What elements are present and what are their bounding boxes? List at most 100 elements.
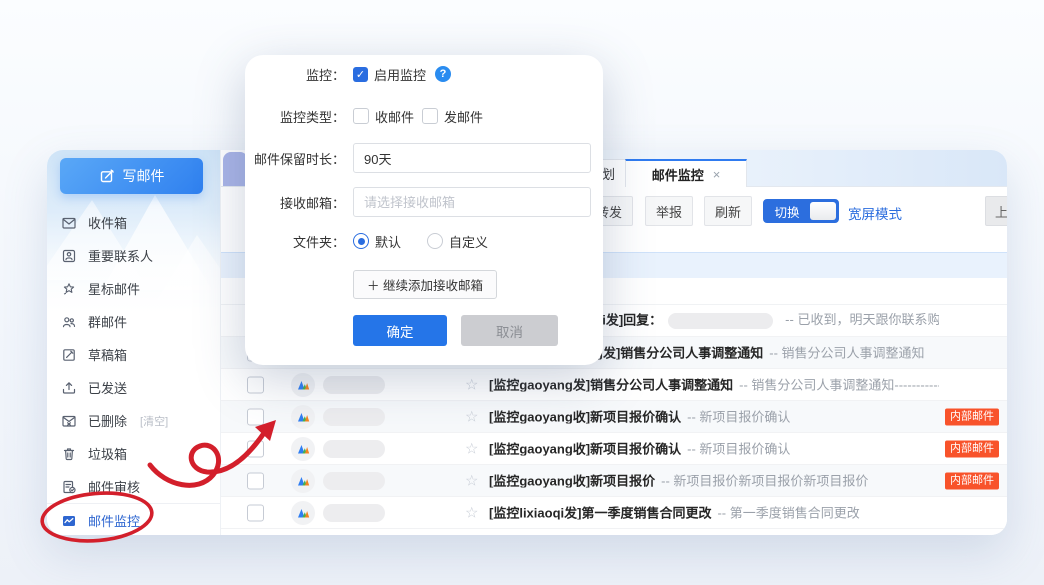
subject-text: [监控gaoyang发]销售分公司人事调整通知 xyxy=(489,378,733,391)
subject-text: g发]销售分公司人事调整通知 xyxy=(595,346,763,359)
row-checkbox[interactable] xyxy=(247,472,264,489)
sidebar-item-label: 已发送 xyxy=(88,378,127,397)
sender-avatar xyxy=(291,501,315,525)
subject-summary: -- 销售分公司人事调整通知---------------... xyxy=(739,378,939,391)
sent-icon xyxy=(61,380,77,396)
sender-logo-icon xyxy=(295,377,311,393)
row-star-icon[interactable]: ☆ xyxy=(465,505,478,520)
enable-monitor-checkbox[interactable]: ✓ xyxy=(353,67,368,82)
compose-mail-button[interactable]: 写邮件 xyxy=(60,158,203,194)
folder-custom-radio[interactable] xyxy=(427,233,443,249)
sidebar-item-label: 邮件监控 xyxy=(88,511,140,530)
sidebar-item-label: 草稿箱 xyxy=(88,345,127,364)
clipped-page-button[interactable]: 上 xyxy=(985,196,1007,226)
internal-mail-badge: 内部邮件 xyxy=(945,440,999,457)
subject-text: [监控lixiaoqi发]第一季度销售合同更改 xyxy=(489,506,711,519)
row-star-icon[interactable]: ☆ xyxy=(465,473,478,488)
sidebar: 写邮件 收件箱 重要联系人 星标邮件 群邮件 xyxy=(47,150,221,535)
internal-mail-badge: 内部邮件 xyxy=(945,472,999,489)
mail-row[interactable]: ☆ [监控gaoyang收]新项目报价-- 新项目报价新项目报价新项目报价 内部… xyxy=(221,465,1007,497)
tab-close-icon[interactable]: × xyxy=(713,167,721,182)
report-button[interactable]: 举报 xyxy=(645,196,693,226)
sidebar-item-group-mail[interactable]: 群邮件 xyxy=(47,305,220,338)
row-star-icon[interactable]: ☆ xyxy=(465,409,478,424)
sidebar-item-mail-monitor[interactable]: 邮件监控 xyxy=(47,503,220,535)
folder-label: 文件夹： xyxy=(245,232,345,251)
subject-text: ai发]回复： xyxy=(595,313,662,327)
mail-subject: ai发]回复：-- 已收到，明天跟你联系购买咨询事宜，... xyxy=(595,313,939,329)
row-star-icon[interactable]: ☆ xyxy=(465,441,478,456)
mail-row[interactable]: ☆ [监控lixiaoqi发]第一季度销售合同更改 -- 第一季度销售合同更改 xyxy=(221,497,1007,529)
help-icon[interactable]: ? xyxy=(435,66,451,82)
outgoing-mail-checkbox[interactable] xyxy=(422,108,438,124)
toggle-knob xyxy=(810,202,836,220)
mail-subject: g发]销售分公司人事调整通知-- 销售分公司人事调整通知 xyxy=(595,346,939,359)
mail-subject: [监控gaoyang发]销售分公司人事调整通知 -- 销售分公司人事调整通知---… xyxy=(489,378,939,391)
mail-subject: [监控lixiaoqi发]第一季度销售合同更改 -- 第一季度销售合同更改 xyxy=(489,506,939,519)
cancel-button[interactable]: 取消 xyxy=(461,315,558,346)
sidebar-item-important-contacts[interactable]: 重要联系人 xyxy=(47,239,220,272)
tab-mail-monitor[interactable]: 邮件监控 × xyxy=(625,159,747,187)
sidebar-item-junk[interactable]: 垃圾箱 xyxy=(47,437,220,470)
sender-avatar xyxy=(291,469,315,493)
receiver-label: 接收邮箱： xyxy=(245,193,345,212)
sender-logo-icon xyxy=(295,505,311,521)
sidebar-folder-list: 收件箱 重要联系人 星标邮件 群邮件 草稿箱 xyxy=(47,206,220,535)
tab-partial-label: 划 xyxy=(602,164,615,183)
toggle-label: 切换 xyxy=(764,202,810,221)
subject-summary: -- 新项目报价确认 xyxy=(687,442,790,455)
envelope-icon xyxy=(61,215,77,231)
row-star-icon[interactable]: ☆ xyxy=(465,377,478,392)
sidebar-item-label: 收件箱 xyxy=(88,213,127,232)
folder-default-label: 默认 xyxy=(375,232,401,251)
sidebar-item-sent[interactable]: 已发送 xyxy=(47,371,220,404)
star-icon xyxy=(61,281,77,297)
subject-summary: -- 新项目报价确认 xyxy=(687,410,790,423)
mail-row[interactable]: ☆ [监控gaoyang收]新项目报价确认-- 新项目报价确认 内部邮件 xyxy=(221,433,1007,465)
receiver-mailbox-input[interactable] xyxy=(353,187,591,217)
refresh-button[interactable]: 刷新 xyxy=(704,196,752,226)
widescreen-toggle[interactable]: 切换 xyxy=(763,199,839,223)
sidebar-item-label: 群邮件 xyxy=(88,312,127,331)
mail-subject: [监控gaoyang收]新项目报价确认-- 新项目报价确认 xyxy=(489,442,939,455)
sidebar-item-drafts[interactable]: 草稿箱 xyxy=(47,338,220,371)
mail-subject: [监控gaoyang收]新项目报价-- 新项目报价新项目报价新项目报价 xyxy=(489,474,939,487)
monitor-type-row: 监控类型： 收邮件 发邮件 xyxy=(245,105,603,127)
sidebar-item-inbox[interactable]: 收件箱 xyxy=(47,206,220,239)
sidebar-item-label: 邮件审核 xyxy=(88,477,140,496)
retention-label: 邮件保留时长： xyxy=(245,149,345,168)
subject-text: [监控gaoyang收]新项目报价确认 xyxy=(489,410,681,423)
retention-input[interactable] xyxy=(353,143,591,173)
redacted-sender xyxy=(323,440,385,458)
redacted-subject-fragment xyxy=(668,313,773,329)
redacted-sender xyxy=(323,504,385,522)
dialog-footer: 确定 取消 xyxy=(245,315,603,346)
empty-trash-link[interactable]: [清空] xyxy=(140,413,168,429)
outgoing-mail-label: 发邮件 xyxy=(444,107,483,126)
row-checkbox[interactable] xyxy=(247,408,264,425)
redacted-sender xyxy=(323,408,385,426)
sidebar-item-deleted[interactable]: 已删除 [清空] xyxy=(47,404,220,437)
row-checkbox[interactable] xyxy=(247,440,264,457)
sidebar-item-starred[interactable]: 星标邮件 xyxy=(47,272,220,305)
mail-monitor-icon xyxy=(61,513,77,529)
compose-button-label: 写邮件 xyxy=(123,166,165,186)
add-receiver-button[interactable]: ＋ 继续添加接收邮箱 xyxy=(353,270,497,299)
redacted-sender xyxy=(323,376,385,394)
monitor-settings-dialog: 监控： ✓ 启用监控 ? 监控类型： 收邮件 发邮件 邮件保留时长： 接收邮箱： xyxy=(245,55,603,365)
confirm-button[interactable]: 确定 xyxy=(353,315,447,346)
row-checkbox[interactable] xyxy=(247,504,264,521)
folder-row: 文件夹： 默认 自定义 xyxy=(245,230,603,252)
sender-logo-icon xyxy=(295,409,311,425)
row-checkbox[interactable] xyxy=(247,376,264,393)
incoming-mail-checkbox[interactable] xyxy=(353,108,369,124)
widescreen-mode-label[interactable]: 宽屏模式 xyxy=(848,203,902,223)
mail-row[interactable]: ☆ [监控gaoyang收]新项目报价确认-- 新项目报价确认 内部邮件 xyxy=(221,401,1007,433)
mail-row[interactable]: ☆ [监控gaoyang发]销售分公司人事调整通知 -- 销售分公司人事调整通知-… xyxy=(221,369,1007,401)
sidebar-item-mail-review[interactable]: 邮件审核 xyxy=(47,470,220,503)
subject-summary: -- 第一季度销售合同更改 xyxy=(717,506,859,519)
sender-avatar xyxy=(291,373,315,397)
sidebar-item-label: 垃圾箱 xyxy=(88,444,127,463)
sender-logo-icon xyxy=(295,441,311,457)
folder-default-radio[interactable] xyxy=(353,233,369,249)
